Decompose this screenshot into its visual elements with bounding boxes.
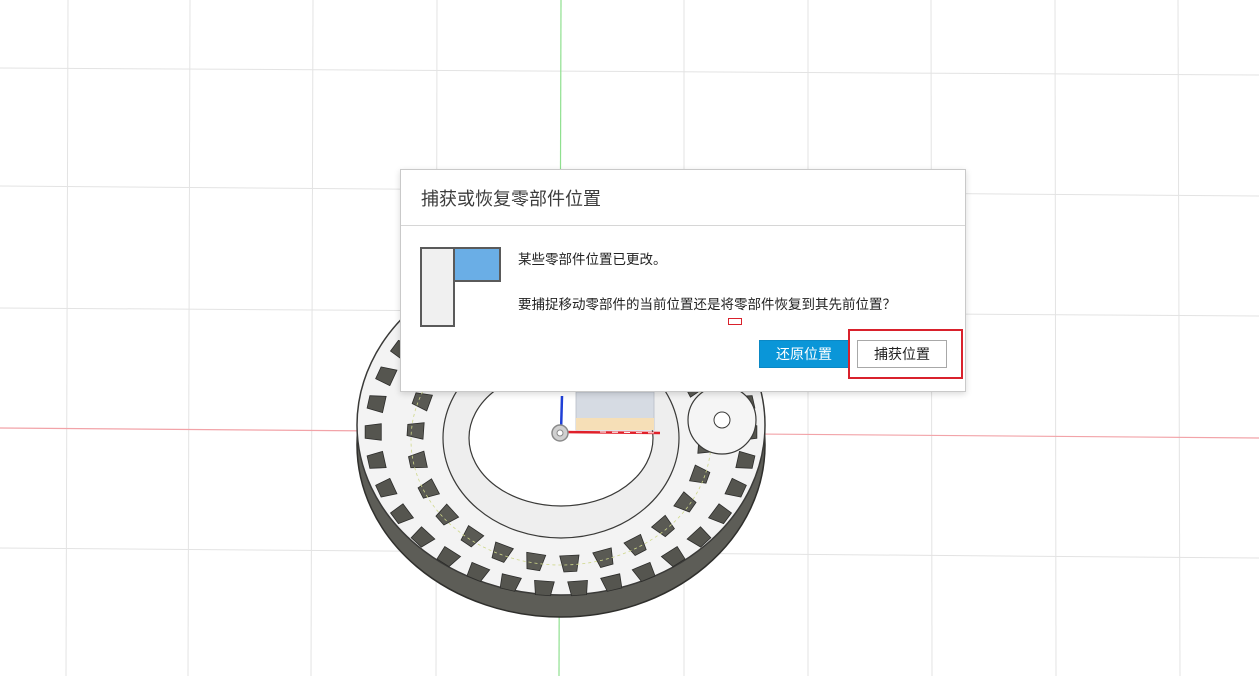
ring-tooth [534,579,555,597]
dialog-header[interactable]: 捕获或恢复零部件位置 [401,170,965,226]
message-line-1: 某些零部件位置已更改。 [518,252,667,268]
component-position-icon [420,247,501,327]
restore-position-button[interactable]: 还原位置 [759,340,849,368]
capture-restore-dialog: 捕获或恢复零部件位置 某些零部件位置已更改。 要捕捉移动零部件的当前位置还是将零… [400,169,966,392]
capture-position-button[interactable]: 捕获位置 [857,340,947,368]
dialog-title: 捕获或恢复零部件位置 [421,188,601,210]
ring-tooth [567,579,588,597]
message-line-2: 要捕捉移动零部件的当前位置还是将零部件恢复到其先前位置？ [518,297,896,313]
ring-tooth [364,423,382,441]
planet-gear [687,385,757,455]
